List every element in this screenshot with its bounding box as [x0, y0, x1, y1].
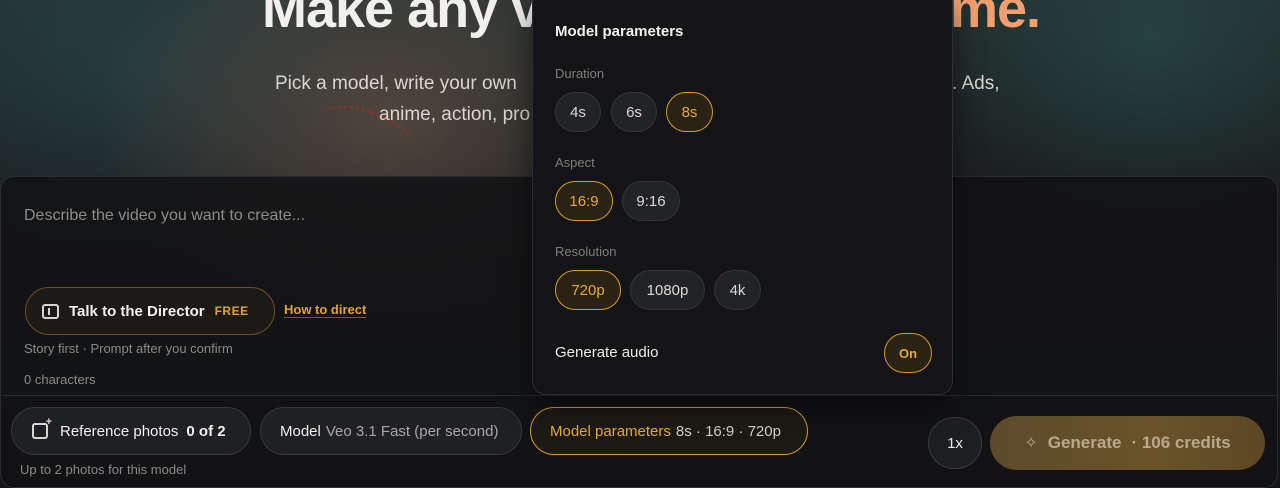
toolbar-divider: [0, 395, 1278, 396]
model-selector[interactable]: Model Veo 3.1 Fast (per second): [260, 407, 522, 455]
aspect-label: Aspect: [555, 155, 595, 170]
generate-audio-toggle[interactable]: On: [884, 333, 932, 373]
reference-photos-button[interactable]: Reference photos 0 of 2: [11, 407, 251, 455]
resolution-label: Resolution: [555, 244, 617, 259]
duration-option-6s[interactable]: 6s: [611, 92, 657, 132]
how-to-direct-link[interactable]: How to direct: [284, 302, 367, 318]
model-label: Model: [280, 422, 321, 440]
generate-button[interactable]: ✧ Generate · 106 credits: [990, 416, 1265, 470]
multiplier-button[interactable]: 1x: [928, 417, 982, 469]
reference-photos-note: Up to 2 photos for this model: [20, 462, 187, 477]
reference-photos-count: 0 of 2: [186, 422, 226, 440]
model-parameters-button[interactable]: Model parameters 8s · 16:9 · 720p: [530, 407, 808, 455]
duration-option-4s[interactable]: 4s: [555, 92, 601, 132]
talk-to-director-button[interactable]: Talk to the Director FREE: [25, 287, 275, 335]
director-panel-icon: [42, 303, 59, 319]
model-value: Veo 3.1 Fast (per second): [325, 422, 499, 440]
aspect-option-9-16[interactable]: 9:16: [622, 181, 680, 221]
model-parameters-popover: Model parameters Duration 4s 6s 8s Aspec…: [532, 0, 953, 395]
popover-title: Model parameters: [555, 23, 684, 40]
hero-subtitle-line1: Pick a model, write your own: [275, 73, 517, 94]
reference-photos-label: Reference photos: [60, 422, 179, 440]
generate-credits: · 106 credits: [1131, 433, 1231, 452]
director-button-label: Talk to the Director: [69, 302, 205, 320]
resolution-option-4k[interactable]: 4k: [714, 270, 761, 310]
hero-title: Make any vi: [262, 0, 555, 39]
duration-option-8s[interactable]: 8s: [666, 92, 713, 132]
free-badge: FREE: [214, 304, 249, 318]
hero-subtitle-line2: anime, action, pro: [379, 104, 531, 125]
prompt-input[interactable]: Describe the video you want to create...: [24, 207, 305, 225]
resolution-option-720p[interactable]: 720p: [555, 270, 621, 310]
duration-label: Duration: [555, 66, 605, 81]
resolution-option-1080p[interactable]: 1080p: [630, 270, 705, 310]
hero-subtitle-line1-end: . Ads,: [952, 73, 1000, 94]
hero-title-accent: me.: [950, 0, 1041, 39]
add-photo-icon: [32, 416, 52, 439]
model-parameters-summary: 8s · 16:9 · 720p: [675, 422, 781, 440]
aspect-option-16-9[interactable]: 16:9: [555, 181, 613, 221]
sparkle-icon: ✧: [1024, 435, 1038, 452]
character-count: 0 characters: [24, 372, 96, 387]
generate-audio-label: Generate audio: [555, 344, 659, 361]
generate-label: Generate: [1047, 433, 1122, 452]
model-parameters-label: Model parameters: [550, 422, 671, 440]
director-note: Story first · Prompt after you confirm: [24, 341, 233, 356]
